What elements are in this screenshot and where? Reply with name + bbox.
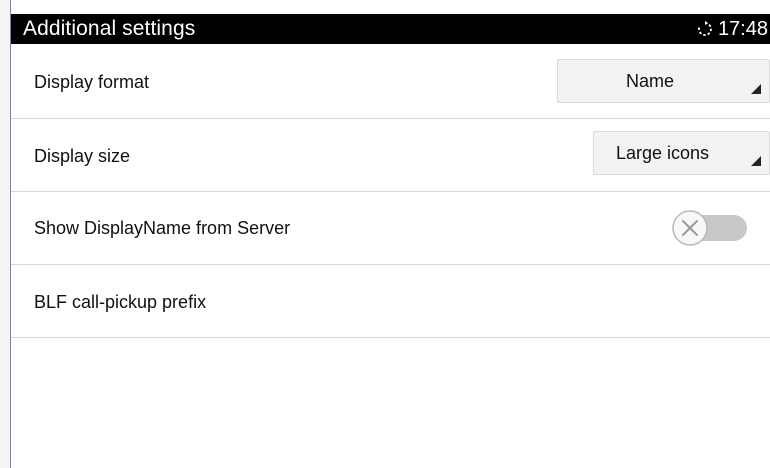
show-display-name-label: Show DisplayName from Server <box>34 218 291 238</box>
window-left-edge <box>0 0 11 468</box>
show-display-name-toggle[interactable] <box>671 209 749 247</box>
display-format-dropdown[interactable]: Name <box>557 59 770 103</box>
settings-screen: Additional settings 17:48 Display format… <box>0 0 770 468</box>
page-title: Additional settings <box>23 17 196 40</box>
setting-row-show-display-name[interactable]: Show DisplayName from Server <box>11 192 770 265</box>
dropdown-corner-icon <box>751 84 761 94</box>
dropdown-corner-icon <box>751 156 761 166</box>
display-format-label: Display format <box>34 72 150 92</box>
status-bar: Additional settings 17:48 <box>11 14 770 44</box>
status-indicators: 17:48 <box>696 18 768 40</box>
setting-row-display-format[interactable]: Display format Name <box>11 45 770 119</box>
display-format-value: Name <box>626 71 675 91</box>
display-size-dropdown[interactable]: Large icons <box>593 131 770 175</box>
clock: 17:48 <box>717 18 768 40</box>
setting-row-display-size[interactable]: Display size Large icons <box>11 119 770 192</box>
sync-icon <box>696 20 714 38</box>
display-size-value: Large icons <box>616 143 710 163</box>
display-size-label: Display size <box>34 146 131 166</box>
setting-row-blf-prefix[interactable]: BLF call-pickup prefix <box>11 265 770 338</box>
blf-prefix-label: BLF call-pickup prefix <box>34 292 207 312</box>
